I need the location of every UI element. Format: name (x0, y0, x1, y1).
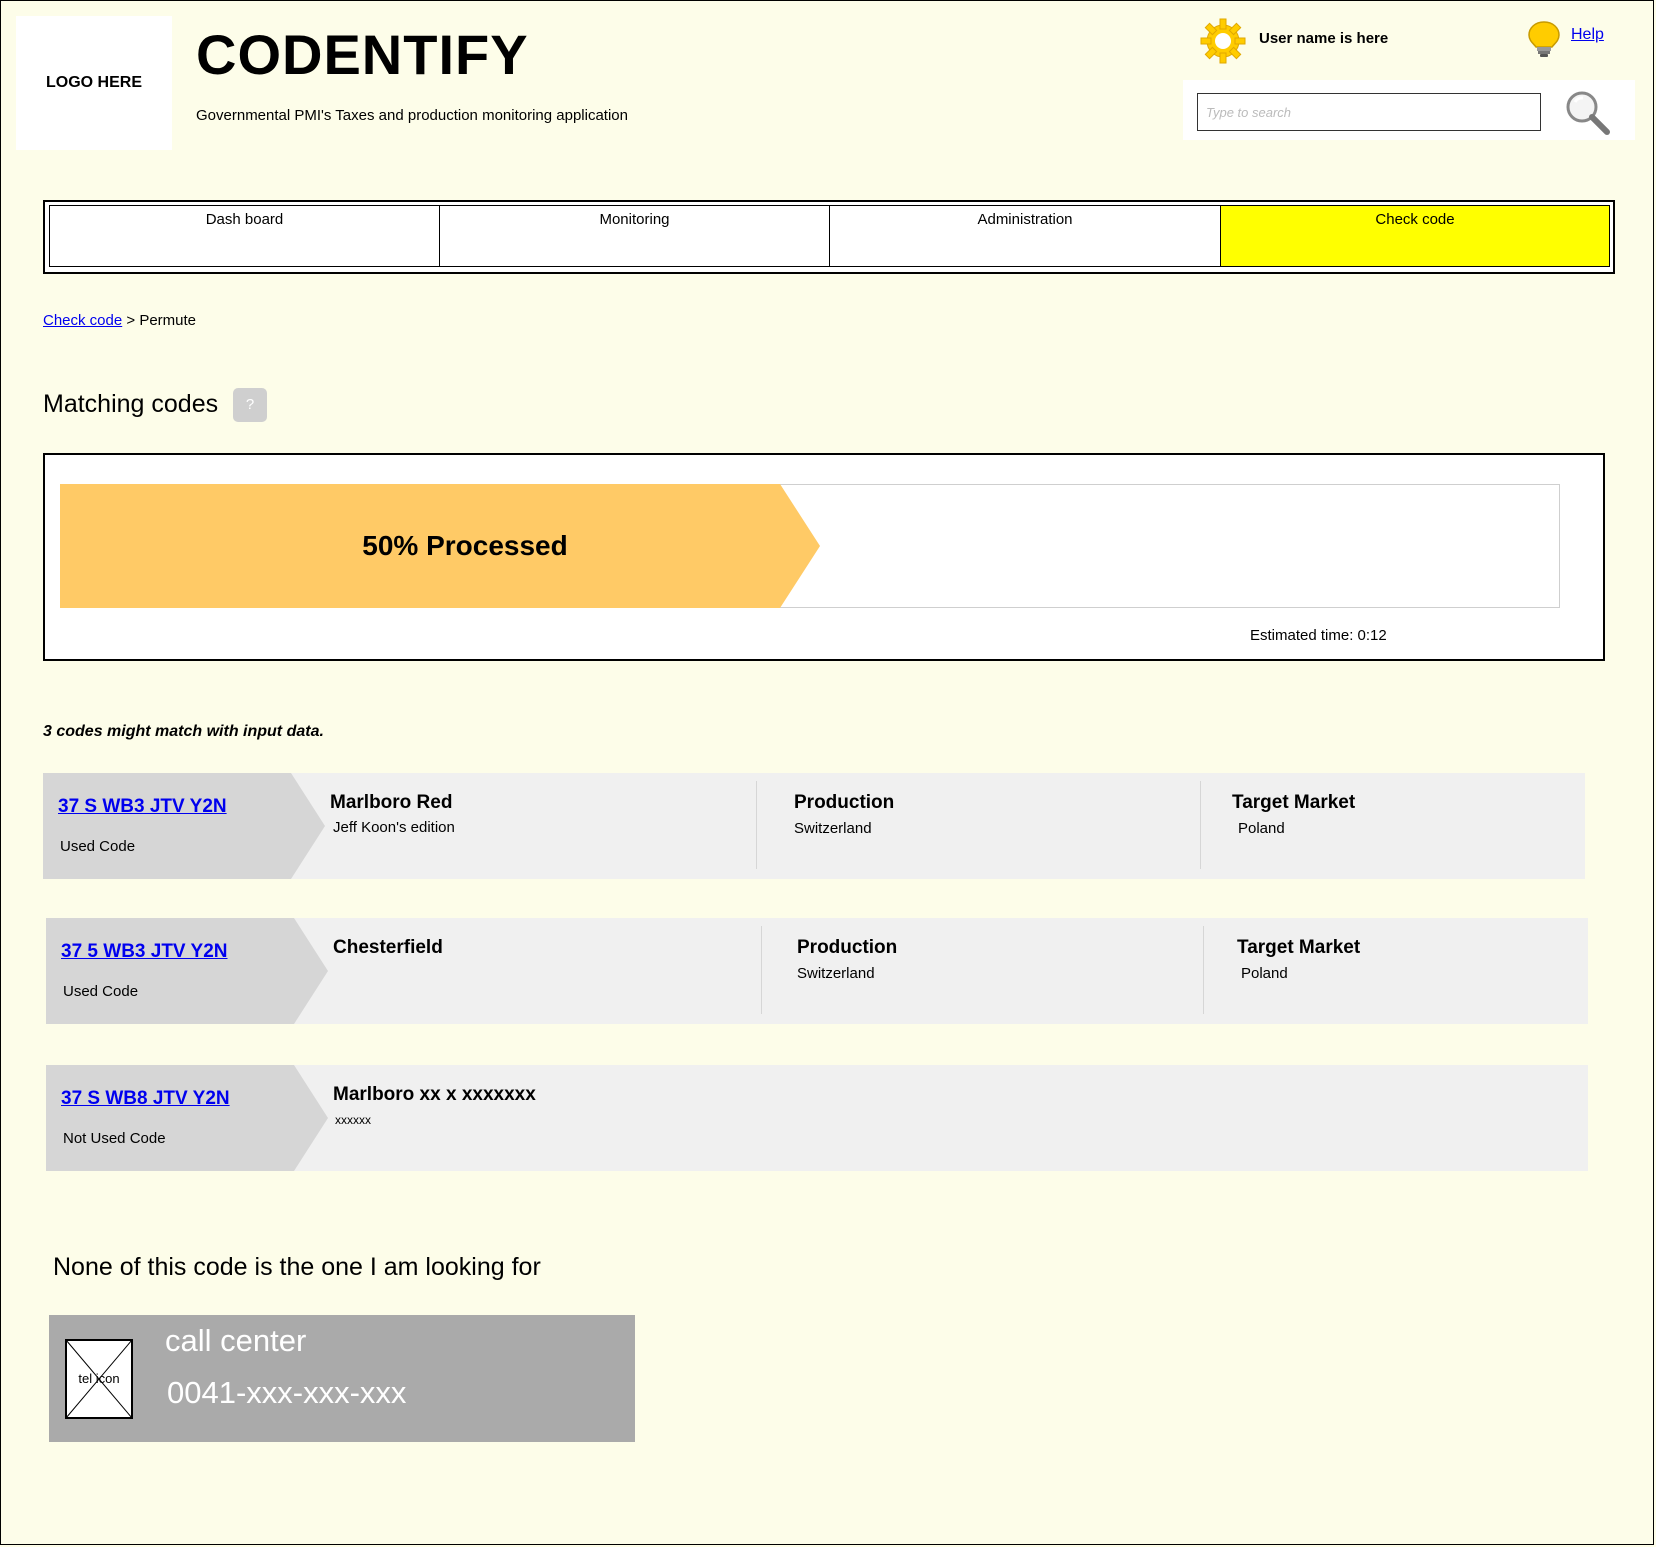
product-edition: Jeff Koon's edition (333, 819, 455, 836)
result-row[interactable]: 37 5 WB3 JTV Y2N Used Code Chesterfield … (46, 918, 1588, 1024)
target-market-value: Poland (1241, 965, 1288, 982)
logo-placeholder: LOGO HERE (16, 16, 172, 150)
code-link[interactable]: 37 S WB8 JTV Y2N (61, 1088, 230, 1110)
code-tab-shape (46, 918, 328, 1024)
tab-administration[interactable]: Administration (829, 205, 1221, 267)
target-market-title: Target Market (1232, 792, 1356, 813)
code-link[interactable]: 37 S WB3 JTV Y2N (58, 796, 227, 818)
tab-administration-label: Administration (977, 211, 1073, 228)
product-name: Marlboro xx x xxxxxxx (333, 1084, 536, 1105)
tab-check-code-label: Check code (1375, 211, 1455, 228)
breadcrumb-link-check-code[interactable]: Check code (43, 312, 122, 329)
help-link[interactable]: Help (1571, 26, 1604, 44)
tab-dashboard-label: Dash board (205, 211, 284, 228)
no-match-text: None of this code is the one I am lookin… (53, 1253, 541, 1281)
search-input[interactable] (1197, 93, 1541, 131)
result-row[interactable]: 37 S WB8 JTV Y2N Not Used Code Marlboro … (46, 1065, 1588, 1171)
lightbulb-icon[interactable] (1527, 20, 1561, 58)
tel-icon-label: tel icon (78, 1371, 120, 1386)
product-edition: xxxxxx (335, 1113, 371, 1127)
code-status: Used Code (63, 983, 139, 1000)
target-market-value: Poland (1238, 820, 1285, 837)
production-title: Production (794, 792, 895, 813)
column-divider (756, 781, 757, 869)
product-name: Marlboro Red (330, 792, 453, 813)
tab-monitoring[interactable]: Monitoring (439, 205, 830, 267)
code-link[interactable]: 37 5 WB3 JTV Y2N (61, 941, 228, 963)
column-divider (1203, 926, 1204, 1014)
target-market-title: Target Market (1237, 937, 1361, 958)
app-subtitle: Governmental PMI's Taxes and production … (196, 107, 628, 124)
production-value: Switzerland (797, 965, 875, 982)
production-value: Switzerland (794, 820, 872, 837)
help-badge[interactable]: ? (233, 388, 267, 422)
code-tab-shape (43, 773, 325, 879)
code-status: Used Code (60, 838, 136, 855)
production-title: Production (797, 937, 898, 958)
result-row[interactable]: 37 S WB3 JTV Y2N Used Code Marlboro Red … (43, 773, 1585, 879)
code-status: Not Used Code (63, 1130, 166, 1147)
magnifier-icon[interactable] (1563, 88, 1611, 136)
logo-text: LOGO HERE (45, 74, 142, 91)
product-name: Chesterfield (333, 937, 443, 958)
tab-monitoring-label: Monitoring (599, 211, 670, 228)
page-title: Matching codes (43, 390, 219, 418)
tab-check-code[interactable]: Check code (1220, 205, 1610, 267)
breadcrumb-separator: > (122, 312, 140, 329)
column-divider (761, 926, 762, 1014)
call-center-title: call center (165, 1323, 307, 1358)
column-divider (1200, 781, 1201, 869)
progress-label: 50% Processed (362, 530, 568, 561)
user-name[interactable]: User name is here (1259, 30, 1388, 47)
call-center-card[interactable]: tel icon call center 0041-xxx-xxx-xxx (49, 1315, 635, 1442)
gear-icon[interactable] (1200, 18, 1246, 64)
breadcrumb: Check code > Permute (43, 312, 196, 329)
estimated-time: Estimated time: 0:12 (1250, 627, 1387, 644)
breadcrumb-current: Permute (139, 312, 197, 329)
code-tab-shape (46, 1065, 328, 1171)
tab-dashboard[interactable]: Dash board (49, 205, 440, 267)
match-summary: 3 codes might match with input data. (43, 723, 324, 740)
call-center-phone[interactable]: 0041-xxx-xxx-xxx (167, 1375, 406, 1411)
app-title: CODENTIFY (196, 23, 529, 86)
